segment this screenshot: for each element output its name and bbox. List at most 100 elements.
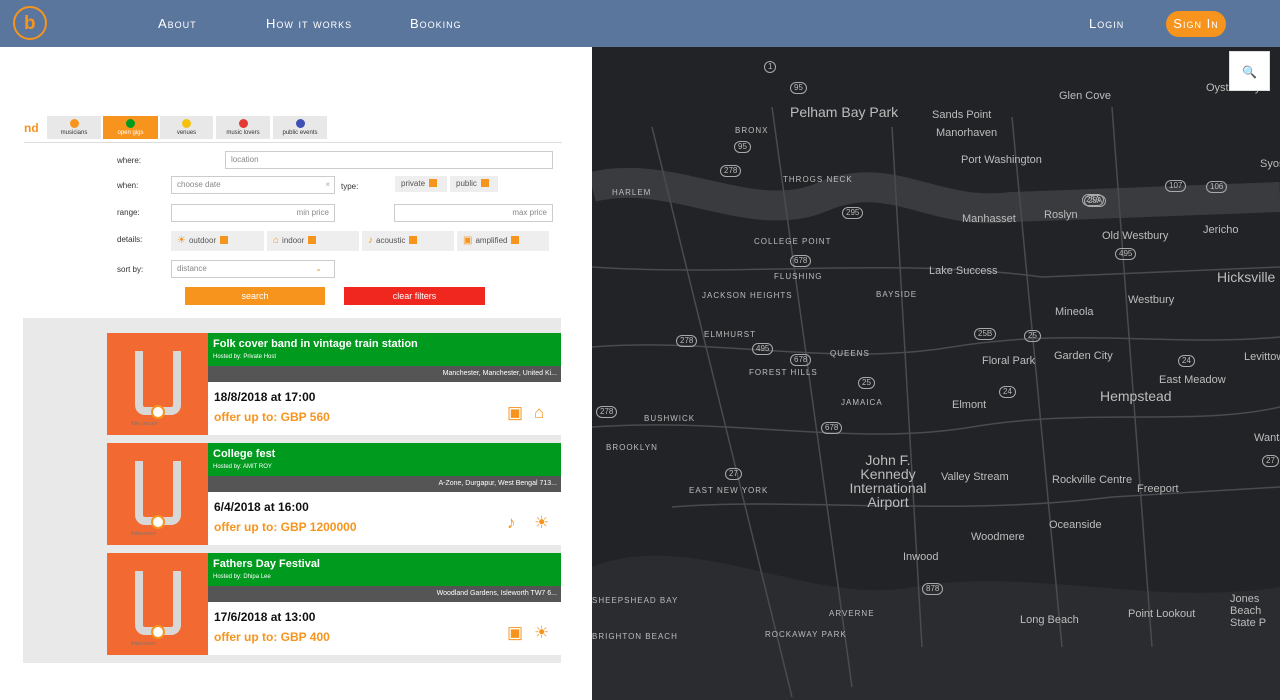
result-card[interactable]: littleconcert College fest Hosted by: AMIT… xyxy=(107,443,561,545)
tab-open-gigs[interactable]: open gigs xyxy=(103,116,158,139)
highway-shield: 25 xyxy=(1024,330,1041,342)
tab-label: musicians xyxy=(60,130,88,136)
map-search-button[interactable]: 🔍 xyxy=(1229,51,1270,91)
private-label: private xyxy=(401,179,426,188)
public-toggle[interactable]: public xyxy=(450,176,498,192)
logo[interactable]: b xyxy=(13,6,47,40)
when-label: when: xyxy=(117,181,139,190)
acoustic-toggle[interactable]: ♪ acoustic xyxy=(362,231,454,251)
max-price-input[interactable]: max price xyxy=(394,204,553,222)
guitar-icon: ♪ xyxy=(507,513,516,532)
amplified-toggle[interactable]: ▣ amplified xyxy=(457,231,549,251)
guitar-icon: ♪ xyxy=(368,235,373,246)
acoustic-label: acoustic xyxy=(376,236,406,245)
nav-about[interactable]: About xyxy=(158,16,197,31)
tab-venues[interactable]: venues xyxy=(160,116,213,139)
map-place-label: THROGS NECK xyxy=(783,175,853,184)
tab-label: music lovers xyxy=(226,130,260,136)
map-place-label: ROCKAWAY PARK xyxy=(765,630,847,639)
map-place-label: Hempstead xyxy=(1100,388,1172,404)
tab-label: open gigs xyxy=(117,130,144,136)
gig-date: 6/4/2018 at 16:00 xyxy=(214,500,309,514)
gig-host: Hosted by: Private Host xyxy=(213,354,277,360)
top-navbar: b About How it works Booking Login Sign … xyxy=(0,0,1280,47)
gig-title[interactable]: College fest xyxy=(213,448,275,460)
indoor-toggle[interactable]: ⌂ indoor xyxy=(267,231,359,251)
highway-shield: 278 xyxy=(596,406,618,418)
signin-button[interactable]: Sign In xyxy=(1166,11,1226,37)
map-place-label: QUEENS xyxy=(830,349,870,358)
logo-badge xyxy=(151,625,165,639)
map-place-label: BAYSIDE xyxy=(876,290,918,299)
gig-title[interactable]: Folk cover band in vintage train station xyxy=(213,338,418,350)
outdoor-toggle[interactable]: ☀ outdoor xyxy=(171,231,264,251)
map-place-label: Freeport xyxy=(1137,483,1179,495)
map-place-label: Inwood xyxy=(903,551,939,563)
map-place-label: John F. Kennedy International Airport xyxy=(849,452,927,510)
sort-label: sort by: xyxy=(117,265,144,274)
outdoor-label: outdoor xyxy=(188,236,217,245)
outdoor-checkbox[interactable] xyxy=(220,236,229,244)
music-lovers-icon xyxy=(238,119,248,128)
map-place-label: Valley Stream xyxy=(941,471,1009,483)
tabs-prefix: nd xyxy=(24,121,39,135)
map-place-label: BROOKLYN xyxy=(606,443,658,452)
map-place-label: Floral Park xyxy=(982,355,1036,367)
login-link[interactable]: Login xyxy=(1089,16,1124,31)
gig-title[interactable]: Fathers Day Festival xyxy=(213,558,320,570)
tab-musicians[interactable]: musicians xyxy=(47,116,101,139)
gig-offer: offer up to: GBP 1200000 xyxy=(214,520,357,534)
open-gigs-icon xyxy=(126,119,135,128)
speaker-icon: ▣ xyxy=(507,623,524,642)
highway-shield: 25 xyxy=(858,377,875,389)
map-place-label: HARLEM xyxy=(612,188,652,197)
map-place-label: Manhasset xyxy=(962,213,1016,225)
map-place-label: Roslyn xyxy=(1044,209,1078,221)
amplified-checkbox[interactable] xyxy=(511,236,520,244)
highway-shield: 107 xyxy=(1165,180,1187,192)
clear-filters-button[interactable]: clear filters xyxy=(344,287,485,305)
map-place-label: Oceanside xyxy=(1049,519,1102,531)
sort-select[interactable]: distance ⌄ xyxy=(171,260,335,278)
map-place-label: SHEEPSHEAD BAY xyxy=(592,596,679,605)
result-card[interactable]: little concert Folk cover band in vintage… xyxy=(107,333,561,435)
nav-booking[interactable]: Booking xyxy=(410,16,462,31)
logo-letter: b xyxy=(24,13,36,34)
gig-image[interactable]: littleconcert xyxy=(107,443,208,545)
tab-music-lovers[interactable]: music lovers xyxy=(216,116,270,139)
result-card[interactable]: littleconcert Fathers Day Festival Hosted … xyxy=(107,553,561,655)
gig-date: 17/6/2018 at 13:00 xyxy=(214,610,316,624)
gig-image[interactable]: littleconcert xyxy=(107,553,208,655)
min-price-input[interactable]: min price xyxy=(171,204,335,222)
highway-shield: 25B xyxy=(974,328,997,340)
map-place-label: JACKSON HEIGHTS xyxy=(702,291,793,300)
tab-label: public events xyxy=(282,130,318,136)
house-icon: ⌂ xyxy=(534,403,545,422)
tab-public-events[interactable]: public events xyxy=(273,116,327,139)
venues-icon xyxy=(182,119,191,128)
nav-how-it-works[interactable]: How it works xyxy=(266,16,352,31)
chevron-down-icon: ⌄ xyxy=(315,264,322,273)
gig-host: Hosted by: Dhipa Lee xyxy=(213,574,271,580)
map[interactable]: Pelham Bay Park Sands Point Manorhaven Glen… xyxy=(592,47,1280,700)
gig-location: Woodland Gardens, Isleworth TW7 6... xyxy=(208,586,561,602)
search-icon: 🔍 xyxy=(1242,65,1257,79)
map-place-label: Sands Point xyxy=(932,109,992,121)
private-checkbox[interactable] xyxy=(429,179,438,187)
public-checkbox[interactable] xyxy=(480,179,489,187)
gig-location: A-Zone, Durgapur, West Bengal 713... xyxy=(208,476,561,492)
acoustic-checkbox[interactable] xyxy=(409,236,418,244)
gig-image[interactable]: little concert xyxy=(107,333,208,435)
tab-label: venues xyxy=(176,130,197,136)
private-toggle[interactable]: private xyxy=(395,176,447,192)
map-place-label: COLLEGE POINT xyxy=(754,237,832,246)
map-place-label: Port Washington xyxy=(961,154,1042,166)
clear-date-icon[interactable]: × xyxy=(325,177,330,193)
map-place-label: ARVERNE xyxy=(829,609,875,618)
indoor-checkbox[interactable] xyxy=(308,236,317,244)
date-input[interactable]: choose date × xyxy=(171,176,335,194)
highway-shield: 95 xyxy=(734,141,751,153)
search-button[interactable]: search xyxy=(185,287,325,305)
map-place-label: Levittown xyxy=(1244,351,1280,363)
location-input[interactable]: location xyxy=(225,151,553,169)
